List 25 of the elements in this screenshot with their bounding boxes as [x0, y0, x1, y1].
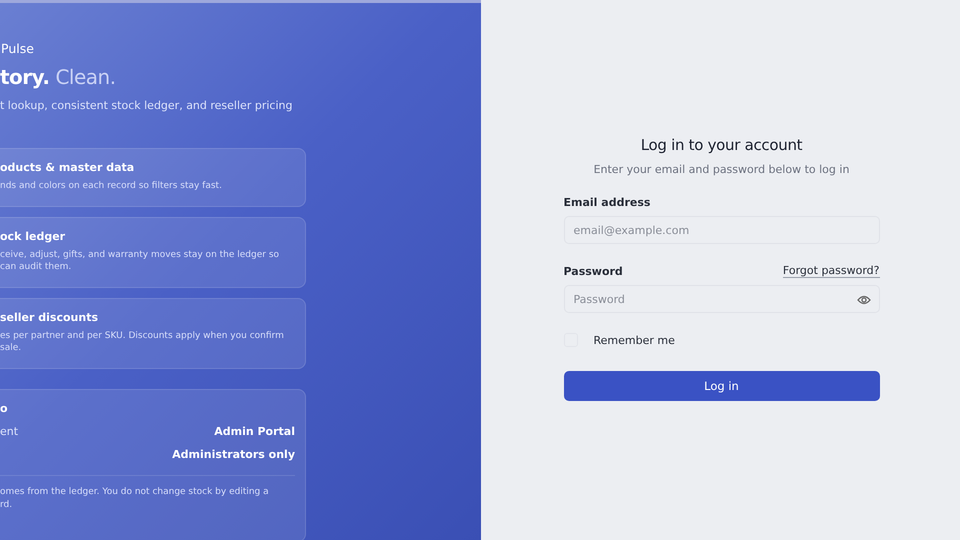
email-field[interactable]: email@example.com — [564, 216, 880, 244]
hero-heading: tory. — [0, 65, 50, 89]
feature-text: nds and colors on each record so filters stay fast. — [0, 180, 223, 193]
info-label: ent — [0, 424, 18, 438]
feature-title: ock ledger — [0, 230, 66, 243]
hero-heading-accent: Clean. — [55, 65, 116, 89]
login-button[interactable]: Log in — [564, 371, 880, 401]
info-title: o — [0, 402, 9, 415]
feature-title: seller discounts — [0, 310, 100, 324]
info-value: Admin Portal — [214, 424, 295, 438]
brand-name: Pulse — [1, 41, 34, 56]
login-subtitle: Enter your email and password below to log in — [592, 163, 850, 176]
remember-label: Remember me — [594, 334, 675, 346]
password-field[interactable]: Password — [564, 285, 880, 313]
eye-icon[interactable] — [856, 295, 870, 305]
hero-subtitle: t lookup, consistent stock ledger, and reseller pricing — [0, 99, 292, 112]
password-label: Password — [564, 264, 623, 278]
feature-title: oducts & master data — [0, 161, 136, 174]
info-note: omes from the ledger. You do not change stock by editing a rd. — [0, 486, 270, 512]
email-label: Email address — [564, 196, 652, 209]
login-title: Log in to your account — [640, 136, 804, 154]
feature-text: ceive, adjust, gifts, and warranty moves stay on the ledger so can audit them. — [0, 248, 280, 274]
forgot-password-link[interactable]: Forgot password? — [782, 264, 880, 278]
info-value: Administrators only — [172, 448, 295, 461]
feature-text: es per partner and per SKU. Discounts apply when you confirm sale. — [0, 330, 285, 355]
